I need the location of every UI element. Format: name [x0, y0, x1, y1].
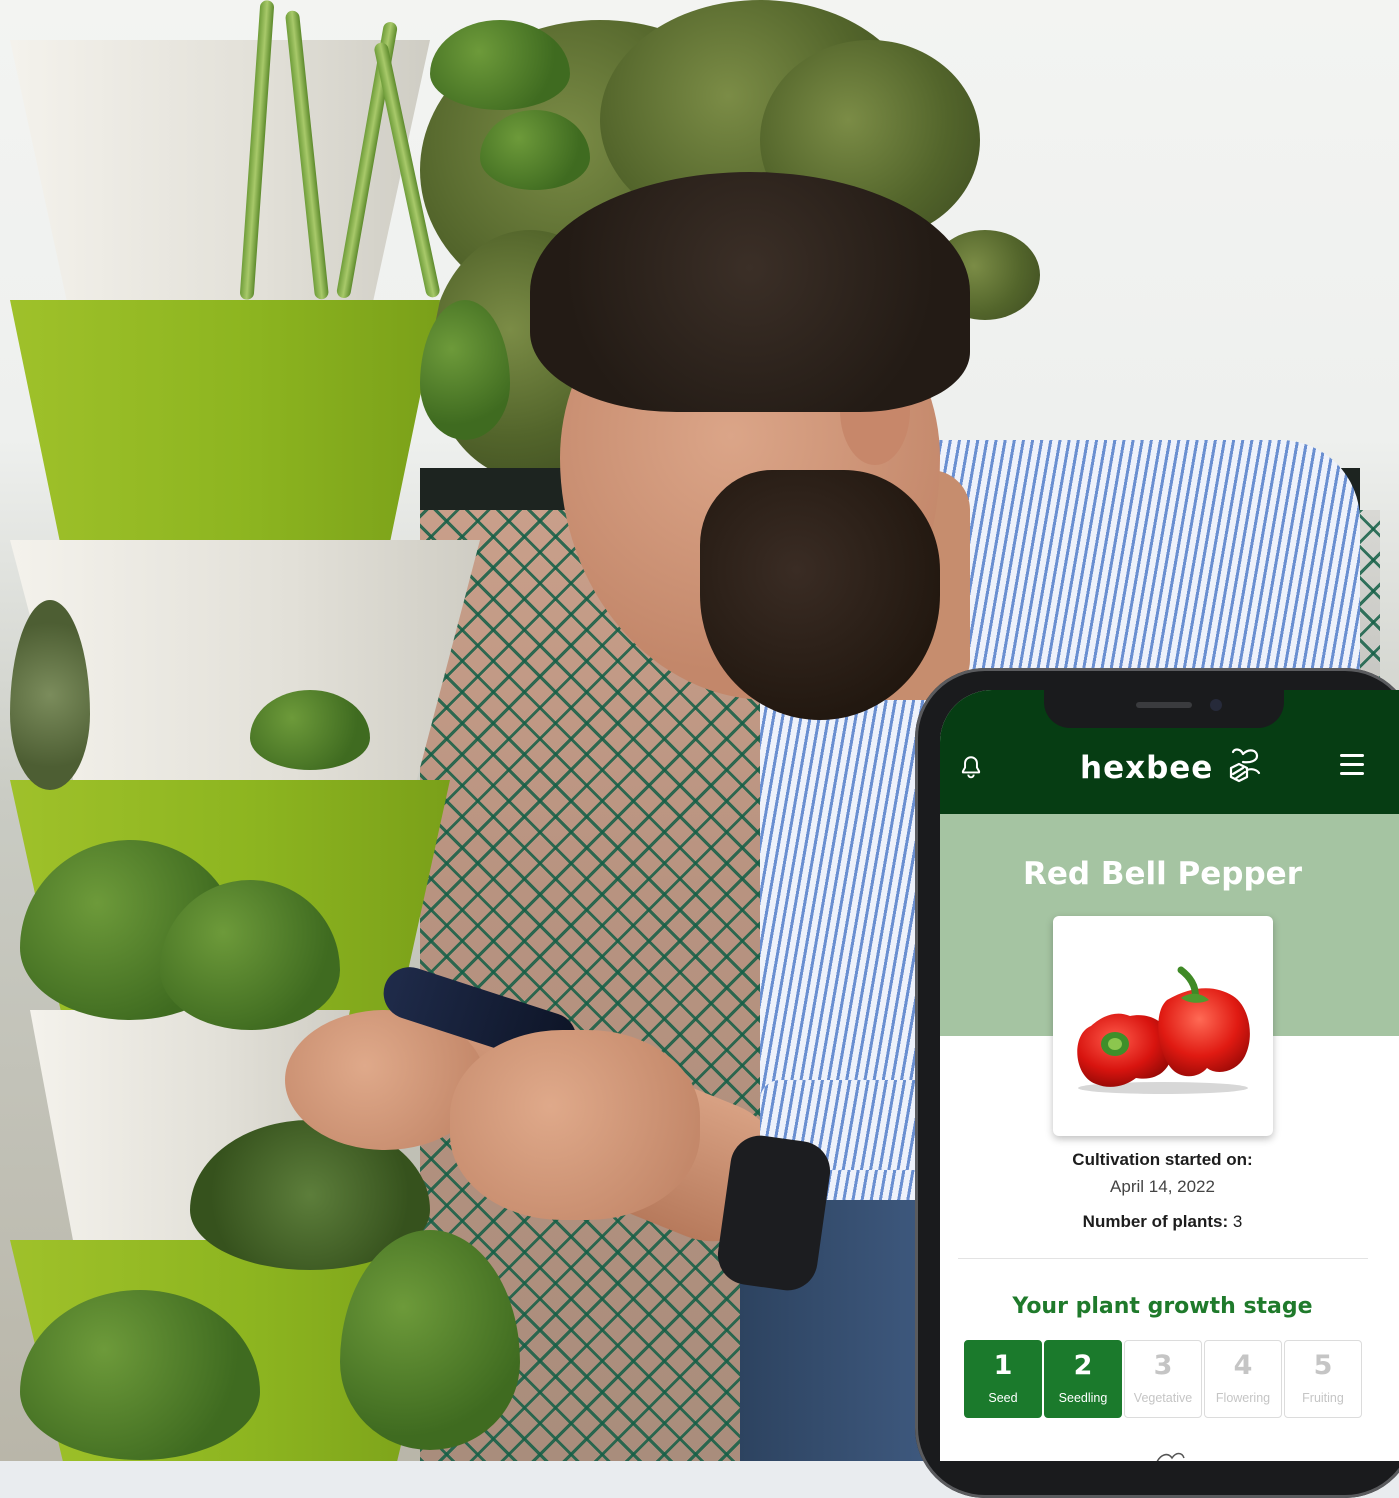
stage-label: Seed	[988, 1391, 1018, 1405]
stage-number: 2	[1073, 1350, 1093, 1381]
smartwatch	[714, 1131, 834, 1295]
hamburger-menu-icon[interactable]	[1340, 754, 1364, 776]
bee-icon	[1230, 748, 1261, 783]
bell-icon[interactable]	[958, 754, 984, 780]
red-pepper-image	[1077, 966, 1250, 1094]
phone-notch	[1044, 690, 1284, 728]
plants-count-label: Number of plants:	[1082, 1212, 1229, 1231]
growth-stage-selector: 1 Seed 2 Seedling 3 Vegetative 4 Floweri…	[964, 1340, 1362, 1418]
stage-seed[interactable]: 1 Seed	[964, 1340, 1042, 1418]
cultivation-label: Cultivation started on:	[1072, 1150, 1253, 1169]
stage-number: 4	[1233, 1350, 1253, 1381]
stage-seedling[interactable]: 2 Seedling	[1044, 1340, 1122, 1418]
cultivation-date: April 14, 2022	[1110, 1177, 1215, 1196]
plants-count-row: Number of plants: 3	[940, 1212, 1385, 1232]
stage-flowering[interactable]: 4 Flowering	[1204, 1340, 1282, 1418]
stage-number: 5	[1313, 1350, 1333, 1381]
plant-image-card[interactable]	[1053, 916, 1273, 1136]
stage-vegetative[interactable]: 3 Vegetative	[1124, 1340, 1202, 1418]
logo-text: hexbee	[1080, 750, 1214, 786]
stage-fruiting[interactable]: 5 Fruiting	[1284, 1340, 1362, 1418]
growth-stage-title: Your plant growth stage	[1012, 1294, 1313, 1319]
divider	[958, 1258, 1368, 1259]
plant-name: Red Bell Pepper	[1022, 856, 1302, 892]
hexbee-logo[interactable]: hexbee	[1080, 746, 1265, 790]
plant-sprout-icon	[1156, 1452, 1185, 1461]
stage-number: 1	[993, 1350, 1013, 1381]
stage-label: Flowering	[1215, 1391, 1271, 1405]
stage-label: Seedling	[1058, 1391, 1108, 1405]
stage-number: 3	[1153, 1350, 1173, 1381]
phone-screen: hexbee Red Bell Pepper Cultivation start…	[940, 690, 1399, 1461]
stage-label: Vegetative	[1133, 1391, 1193, 1405]
plants-count-value: 3	[1232, 1212, 1243, 1231]
stage-label: Fruiting	[1302, 1391, 1344, 1405]
